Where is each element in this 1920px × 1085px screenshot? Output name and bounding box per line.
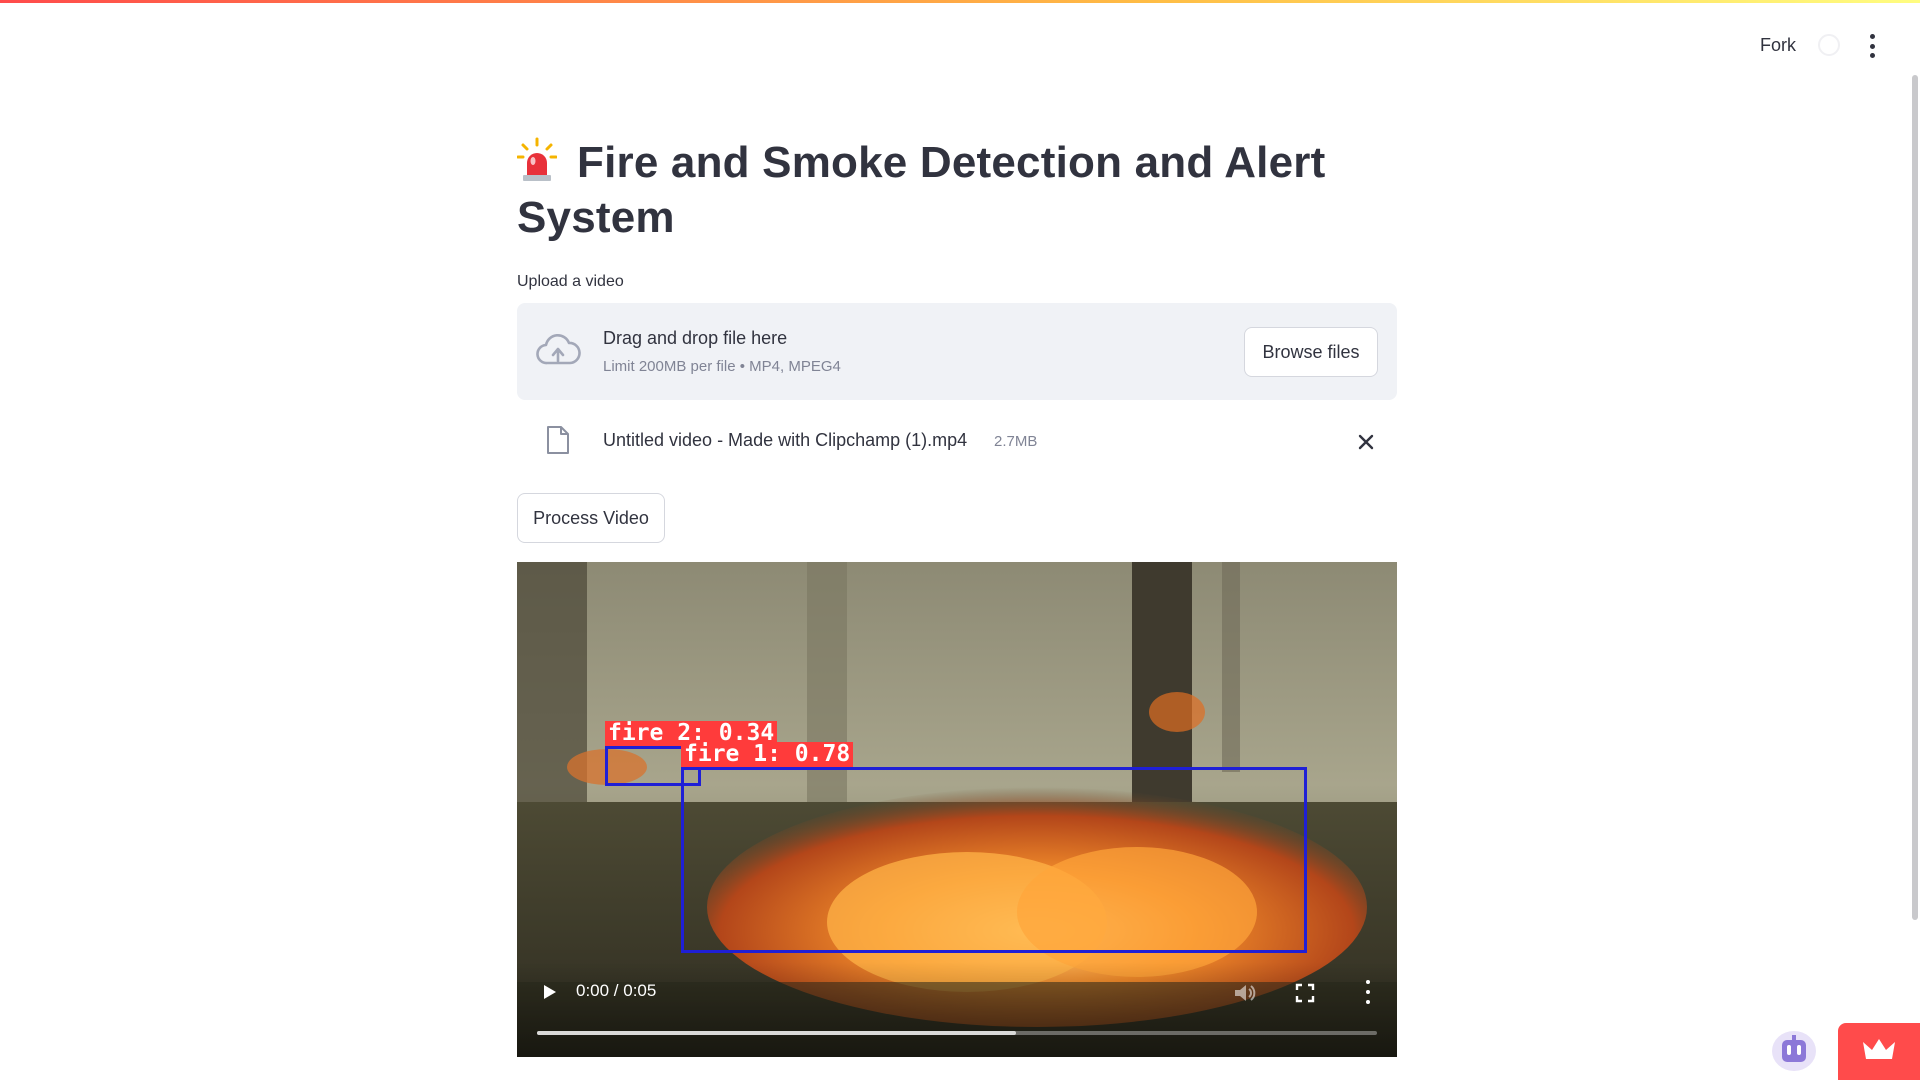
streamlit-badge[interactable] (1838, 1023, 1920, 1080)
video-player[interactable]: fire 2: 0.34 fire 1: 0.78 0:00 / 0:05 (517, 562, 1397, 1057)
video-buffered-bar (537, 1031, 1016, 1035)
remove-file-button[interactable] (1351, 427, 1381, 457)
upload-label: Upload a video (517, 273, 624, 290)
dot-icon (1869, 53, 1875, 58)
close-icon (1358, 434, 1374, 450)
dot-icon (1869, 43, 1875, 49)
file-dropzone[interactable]: Drag and drop file here Limit 200MB per … (517, 303, 1397, 400)
dropzone-instruction: Drag and drop file here (603, 328, 788, 348)
video-more-options-button[interactable] (1360, 980, 1376, 1004)
page-title-text: Fire and Smoke Detection and Alert Syste… (517, 138, 1326, 242)
fullscreen-icon[interactable] (1294, 982, 1316, 1004)
detection-label-fire-1: fire 1: 0.78 (681, 742, 854, 767)
uploaded-file-name: Untitled video - Made with Clipchamp (1)… (603, 430, 968, 450)
fork-link[interactable]: Fork (1760, 35, 1796, 56)
chat-widget-button[interactable] (1772, 1031, 1816, 1071)
video-controls: 0:00 / 0:05 (517, 962, 1397, 1057)
dot-icon (1869, 34, 1875, 39)
police-light-icon (516, 137, 558, 183)
robot-icon (1782, 1035, 1806, 1062)
main-menu-button[interactable] (1862, 34, 1882, 58)
cloud-upload-icon (535, 333, 581, 369)
dot-icon (1366, 990, 1370, 994)
browse-files-button[interactable]: Browse files (1244, 327, 1378, 377)
detection-box-fire-1 (681, 767, 1307, 953)
uploaded-file-size: 2.7MB (994, 433, 1038, 450)
github-icon[interactable] (1818, 34, 1840, 56)
crown-icon (1863, 1039, 1895, 1059)
file-icon (546, 425, 570, 455)
uploaded-file-row: Untitled video - Made with Clipchamp (1)… (517, 415, 1397, 475)
app-header: Fork (0, 0, 1920, 90)
play-icon[interactable] (539, 982, 559, 1002)
video-progress-bar[interactable] (537, 1031, 1377, 1035)
dot-icon (1366, 1000, 1370, 1004)
dropzone-limit-text: Limit 200MB per file • MP4, MPEG4 (603, 358, 841, 375)
dot-icon (1366, 980, 1370, 984)
page-title: Fire and Smoke Detection and Alert Syste… (516, 135, 1397, 245)
video-time: 0:00 / 0:05 (576, 981, 657, 1000)
page-scrollbar[interactable] (1912, 75, 1918, 920)
volume-icon[interactable] (1233, 982, 1257, 1004)
process-video-button[interactable]: Process Video (517, 493, 665, 543)
main-content: Fire and Smoke Detection and Alert Syste… (516, 135, 1397, 1057)
